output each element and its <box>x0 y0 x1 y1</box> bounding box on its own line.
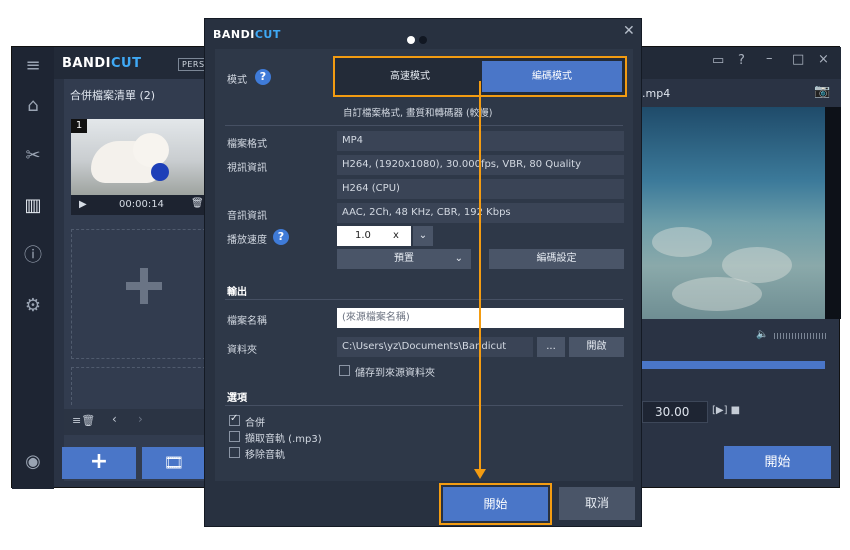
mode-hint: 自訂檔案格式, 畫質和轉碼器 (較慢) <box>343 108 493 119</box>
mode-label: 模式 <box>227 75 247 86</box>
video-info-label: 視訊資訊 <box>227 163 267 174</box>
cancel-button[interactable]: 取消 <box>559 487 635 520</box>
page-dot-active[interactable] <box>407 36 415 44</box>
camera-icon[interactable]: 📷 <box>814 84 830 99</box>
folder-icon[interactable]: ▭ <box>712 53 724 68</box>
chevron-down-icon: ⌄ <box>454 253 463 264</box>
fast-mode-tab[interactable]: 高速模式 <box>338 61 482 92</box>
options-section-title: 選項 <box>227 393 247 404</box>
page-dot[interactable] <box>419 36 427 44</box>
page-indicator <box>407 29 431 48</box>
file-name-bar: .mp4 📷 <box>642 79 841 107</box>
audio-info-label: 音訊資訊 <box>227 211 267 222</box>
record-icon[interactable]: ◉ <box>22 451 44 473</box>
trash-icon[interactable]: 🗑 <box>191 198 204 209</box>
video-edge <box>825 107 841 319</box>
volume-icon[interactable]: 🔈 <box>756 329 768 340</box>
add-button[interactable]: + <box>62 447 136 479</box>
speed-help-icon[interactable]: ? <box>273 229 289 245</box>
folder-label: 資料夾 <box>227 345 257 356</box>
open-folder-button[interactable]: 開啟 <box>569 337 624 357</box>
merge-icon[interactable]: ▥ <box>22 195 44 217</box>
merge-checkbox[interactable] <box>229 413 240 426</box>
dialog-close-icon[interactable]: ✕ <box>623 23 635 39</box>
speed-input[interactable]: 1.0 x <box>337 226 411 246</box>
clip-duration: 00:00:14 <box>119 199 164 210</box>
guide-arrow-line <box>479 81 481 477</box>
format-label: 檔案格式 <box>227 139 267 150</box>
play-icon[interactable]: ▶ <box>79 199 87 210</box>
chevron-left-icon[interactable]: ‹ <box>112 412 117 426</box>
clip-controls: ▶ 00:00:14 🗑 <box>71 195 211 215</box>
speed-label: 播放速度 <box>227 235 267 246</box>
start-button-highlight: 開始 <box>439 483 552 525</box>
video-preview <box>642 107 825 319</box>
filename-label: 檔案名稱 <box>227 316 267 327</box>
clip-number: 1 <box>71 119 87 133</box>
encode-mode-tab[interactable]: 編碼模式 <box>482 61 622 92</box>
film-menu-button[interactable]: 🎞 <box>142 447 206 479</box>
merge-label: 合併 <box>245 418 265 429</box>
add-file-area-2[interactable] <box>71 367 211 405</box>
encode-settings-button[interactable]: 編碼設定 <box>489 249 624 269</box>
cut-icon[interactable]: ✂ <box>22 145 44 167</box>
encode-dialog: BANDICUT ✕ 模式 ? 自訂檔案格式, 畫質和轉碼器 (較慢) 檔案格式… <box>204 18 642 527</box>
speed-unit: x <box>393 230 399 241</box>
plus-icon <box>126 268 162 304</box>
maximize-icon[interactable]: □ <box>792 52 804 67</box>
extract-audio-label: 擷取音軌 (.mp3) <box>245 434 322 445</box>
divider <box>225 405 623 406</box>
progress-bar[interactable] <box>642 361 825 369</box>
clip-thumbnail <box>71 119 211 195</box>
app-logo: BANDICUT <box>62 56 142 71</box>
speed-dropdown-button[interactable]: ⌄ <box>413 226 433 246</box>
dialog-logo: BANDICUT <box>213 28 281 41</box>
info-icon[interactable]: ⓘ <box>22 245 44 267</box>
dialog-title-bar: BANDICUT ✕ <box>205 19 641 49</box>
settings-icon[interactable]: ⚙ <box>22 295 44 317</box>
extract-audio-checkbox[interactable] <box>229 431 240 442</box>
chevron-right-icon[interactable]: › <box>138 412 143 426</box>
volume-slider[interactable] <box>774 333 826 339</box>
minimize-icon[interactable]: – <box>766 51 773 66</box>
play-segment-icon[interactable]: [▶] ■ <box>712 405 740 416</box>
home-icon[interactable]: ⌂ <box>22 95 44 117</box>
clear-list-icon[interactable]: ≡🗑 <box>72 414 95 427</box>
divider <box>225 125 623 126</box>
preset-button[interactable]: 預置 ⌄ <box>337 249 471 269</box>
add-file-area[interactable] <box>71 229 211 359</box>
list-footer: ≡🗑 ‹ › <box>64 409 217 435</box>
close-icon[interactable]: × <box>818 52 829 67</box>
mode-help-icon[interactable]: ? <box>255 69 271 85</box>
browse-button[interactable]: ... <box>537 337 565 357</box>
help-icon[interactable]: ? <box>738 53 745 68</box>
save-to-source-label: 儲存到來源資料夾 <box>355 368 435 379</box>
file-name: .mp4 <box>642 87 671 100</box>
folder-field[interactable]: C:\Users\yz\Documents\Bandicut <box>337 337 533 357</box>
left-rail: ≡ ⌂ ✂ ▥ ⓘ ⚙ ◉ <box>12 47 54 489</box>
remove-audio-label: 移除音軌 <box>245 450 285 461</box>
guide-arrow-head <box>474 469 486 479</box>
save-to-source-checkbox[interactable] <box>339 365 350 376</box>
start-button[interactable]: 開始 <box>443 487 548 521</box>
start-button-main[interactable]: 開始 <box>724 446 831 479</box>
menu-icon[interactable]: ≡ <box>22 55 44 77</box>
speed-value: 1.0 <box>355 230 371 241</box>
dialog-body: 模式 ? 自訂檔案格式, 畫質和轉碼器 (較慢) 檔案格式 MP4 視訊資訊 H… <box>215 49 633 481</box>
output-section-title: 輸出 <box>227 287 247 298</box>
merge-list-title: 合併檔案清單 (2) <box>70 89 156 102</box>
window-controls: ▭ ? – □ × <box>642 47 841 79</box>
volume-row: 🔈 <box>642 329 841 343</box>
time-input[interactable]: 30.00 <box>642 401 708 423</box>
remove-audio-checkbox[interactable] <box>229 447 240 458</box>
clip-card[interactable]: 1 ▶ 00:00:14 🗑 <box>71 119 211 215</box>
divider <box>225 299 623 300</box>
